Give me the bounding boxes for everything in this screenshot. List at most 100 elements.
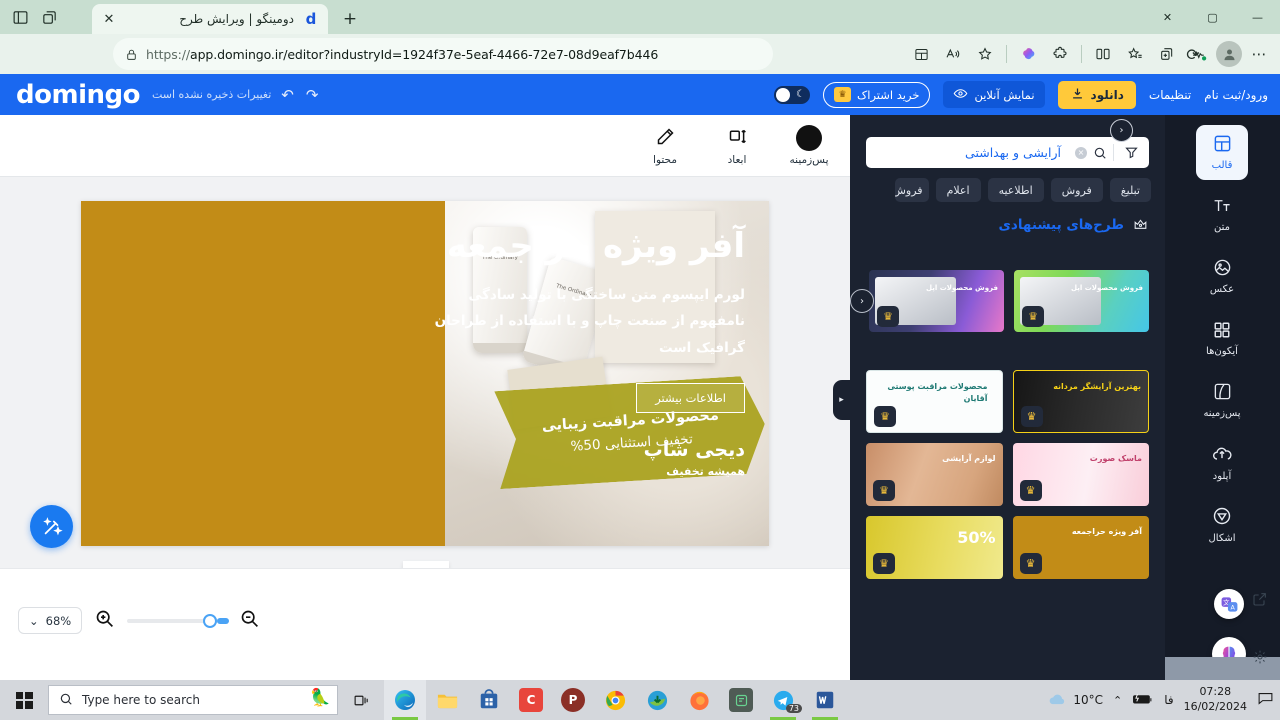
search-input[interactable]: آرایشی و بهداشتی: [866, 145, 1073, 160]
taskbar-app-potplayer[interactable]: P: [552, 680, 594, 720]
tab-sidebar-icon[interactable]: [12, 9, 29, 26]
banner-cta-button[interactable]: اطلاعات بیشتر: [636, 383, 745, 414]
tool-content[interactable]: محتوا: [640, 126, 690, 166]
minimize-button[interactable]: —: [1235, 0, 1280, 34]
banner-brand[interactable]: دیجی شاپ: [415, 439, 745, 461]
translate-button[interactable]: 文A: [1214, 589, 1244, 619]
crown-badge-icon[interactable]: ♛: [1022, 306, 1044, 327]
close-window-button[interactable]: ✕: [1145, 0, 1190, 34]
task-view-button[interactable]: [338, 692, 384, 709]
browser-settings-icon[interactable]: ⋯: [1244, 39, 1274, 69]
tool-dimensions[interactable]: ابعاد: [712, 126, 762, 166]
start-button[interactable]: [0, 680, 48, 720]
panel-collapse-handle[interactable]: ▸: [833, 380, 850, 420]
sidebar-item-text[interactable]: متن: [1196, 187, 1248, 242]
crown-badge-icon[interactable]: ♛: [873, 480, 895, 501]
tab-search-icon[interactable]: [41, 9, 58, 26]
browser-essentials-icon[interactable]: [1184, 39, 1214, 69]
chips-prev-button[interactable]: ‹: [1110, 119, 1133, 142]
edge-settings-icon[interactable]: [1248, 645, 1272, 669]
carousel-prev-button[interactable]: ‹: [850, 289, 874, 313]
tool-background[interactable]: پس‌زمینه: [784, 125, 834, 166]
redo-icon[interactable]: ↷: [306, 86, 319, 104]
taskbar-app-word[interactable]: [804, 680, 846, 720]
dark-mode-toggle[interactable]: ☾: [773, 85, 810, 104]
template-card[interactable]: لوازم آرایشی ♛: [866, 443, 1003, 506]
sidebar-item-icons[interactable]: آیکون‌ها: [1196, 311, 1248, 366]
new-tab-button[interactable]: +: [338, 7, 362, 31]
undo-icon[interactable]: ↶: [281, 86, 294, 104]
design-page[interactable]: The Ordinary The Ordinary محصولات مراقبت…: [81, 201, 769, 546]
browser-tab-active[interactable]: d دومینگو | ویرایش طرح ✕: [92, 4, 328, 34]
login-register-link[interactable]: ورود/ثبت نام: [1204, 88, 1268, 102]
domingo-logo[interactable]: domingo: [16, 80, 140, 110]
taskbar-app-firefox[interactable]: [678, 680, 720, 720]
banner-title[interactable]: آفر ویژه حراجمعه: [415, 226, 745, 266]
chip-etelaeiye[interactable]: اطلاعیه: [987, 178, 1044, 202]
chip-elam[interactable]: اعلام: [935, 178, 981, 202]
profile-avatar[interactable]: [1216, 41, 1242, 67]
add-collection-icon[interactable]: [1152, 39, 1182, 69]
magic-wand-button[interactable]: [30, 505, 73, 548]
sidebar-item-upload[interactable]: آپلود: [1196, 435, 1248, 490]
online-preview-button[interactable]: نمایش آنلاین: [943, 81, 1045, 108]
taskbar-app-file-explorer[interactable]: [426, 680, 468, 720]
crown-badge-icon[interactable]: ♛: [874, 406, 896, 427]
carousel-item[interactable]: فروش محصولات اپل ♛: [1014, 270, 1149, 332]
extensions-icon[interactable]: [1045, 39, 1075, 69]
taskbar-app-chrome[interactable]: [594, 680, 636, 720]
template-card[interactable]: محصولات مراقبت پوستی آقایان ♛: [866, 370, 1003, 433]
copilot-icon[interactable]: [1013, 39, 1043, 69]
zoom-out-icon[interactable]: [239, 608, 260, 633]
template-card[interactable]: 50% ♛: [866, 516, 1003, 579]
chip-foroush[interactable]: فروش: [1050, 178, 1103, 202]
favorite-star-icon[interactable]: [970, 39, 1000, 69]
taskbar-app-microsoft-store[interactable]: [468, 680, 510, 720]
weather-widget[interactable]: 10°C: [1047, 690, 1103, 710]
collections-star-icon[interactable]: [1120, 39, 1150, 69]
sidebar-item-image[interactable]: عکس: [1196, 249, 1248, 304]
search-icon[interactable]: [1087, 146, 1113, 160]
taskbar-app-edge[interactable]: [384, 680, 426, 720]
sidebar-item-template[interactable]: قالب: [1196, 125, 1248, 180]
clear-search-icon[interactable]: ×: [1075, 146, 1087, 159]
external-link-icon[interactable]: [1248, 587, 1272, 611]
canvas-area[interactable]: The Ordinary The Ordinary محصولات مراقبت…: [0, 177, 850, 587]
clock[interactable]: 07:28 16/02/2024: [1184, 685, 1247, 715]
template-card[interactable]: آفر ویژه حراجمعه ♛: [1012, 516, 1149, 579]
template-card[interactable]: ماسک صورت ♛: [1012, 443, 1149, 506]
carousel-item[interactable]: فروش محصولات اپل ♛: [869, 270, 1004, 332]
sidebar-item-shapes[interactable]: اشکال: [1196, 497, 1248, 552]
template-card[interactable]: بهترین آرایشگر مردانه ♛: [1012, 370, 1149, 433]
zoom-slider[interactable]: [127, 613, 230, 628]
banner-brand-sub[interactable]: همیشه تخفیف: [415, 465, 745, 478]
zoom-select[interactable]: ⌄ 68%: [18, 607, 83, 634]
battery-icon[interactable]: [1132, 691, 1154, 710]
zoom-slider-handle[interactable]: [203, 613, 218, 628]
crown-badge-icon[interactable]: ♛: [873, 553, 895, 574]
template-search-bar[interactable]: × آرایشی و بهداشتی: [866, 137, 1149, 168]
language-indicator[interactable]: فا: [1164, 693, 1173, 707]
settings-link[interactable]: تنظیمات: [1149, 88, 1191, 102]
taskbar-search[interactable]: Type here to search 🦜: [48, 685, 338, 715]
sidebar-item-background[interactable]: پس‌زمینه: [1196, 373, 1248, 428]
taskbar-app-camtasia[interactable]: C: [510, 680, 552, 720]
read-aloud-icon[interactable]: [938, 39, 968, 69]
chip-tabligh[interactable]: تبلیغ: [1109, 178, 1151, 202]
zoom-in-icon[interactable]: [94, 608, 115, 633]
maximize-button[interactable]: ▢: [1190, 0, 1235, 34]
filter-icon[interactable]: [1114, 145, 1149, 160]
crown-badge-icon[interactable]: ♛: [1019, 480, 1042, 501]
crown-badge-icon[interactable]: ♛: [1019, 553, 1042, 574]
split-screen-icon[interactable]: [906, 39, 936, 69]
taskbar-app-telegram[interactable]: 73: [762, 680, 804, 720]
taskbar-app-notepad[interactable]: [720, 680, 762, 720]
suggested-carousel[interactable]: فروش محصولات اپل ♛ فروش محصولات اپل ♛: [866, 270, 1149, 332]
banner-design[interactable]: The Ordinary The Ordinary محصولات مراقبت…: [81, 201, 769, 546]
taskbar-app-idm[interactable]: [636, 680, 678, 720]
split-pane-icon[interactable]: [1088, 39, 1118, 69]
tray-expand-icon[interactable]: ⌃: [1113, 694, 1122, 707]
crown-badge-icon[interactable]: ♛: [877, 306, 899, 327]
close-tab-icon[interactable]: ✕: [100, 10, 118, 28]
action-center-icon[interactable]: [1257, 690, 1274, 711]
